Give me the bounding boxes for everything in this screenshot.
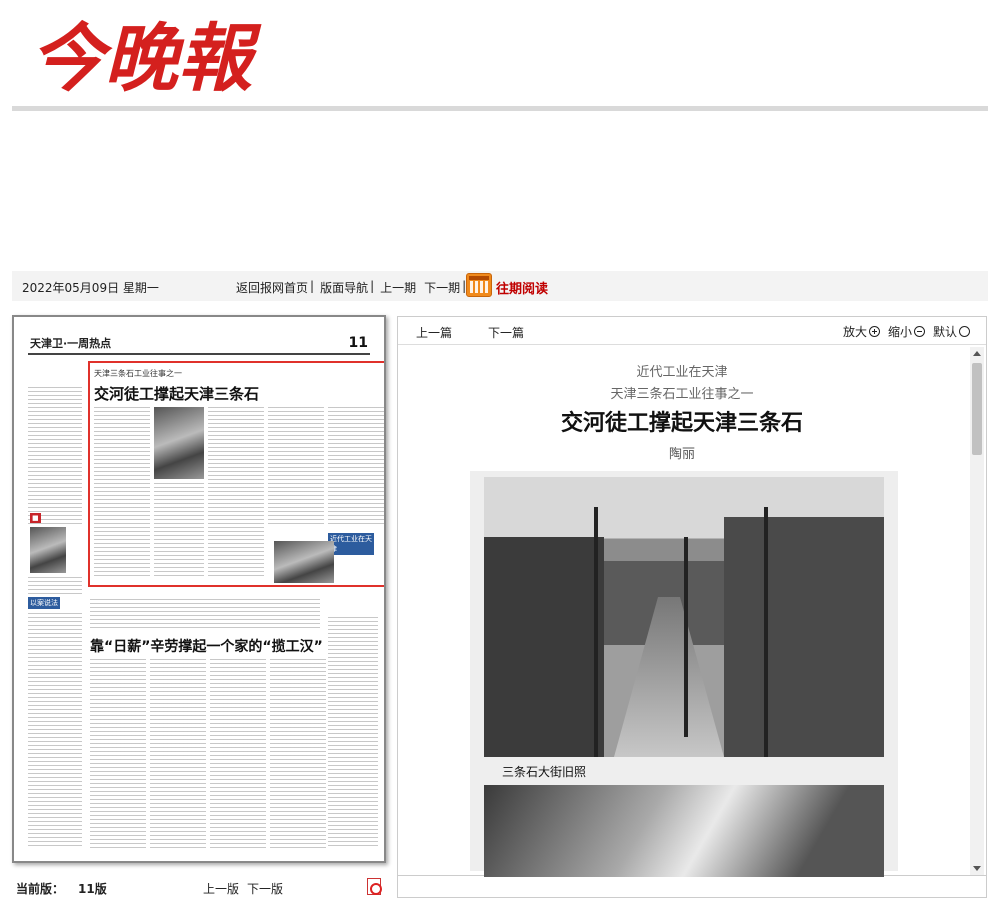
page-nav-link[interactable]: 版面导航 [320,279,368,296]
zoom-controls: 放大 缩小 默认 [843,323,970,340]
article-toolbar: 上一篇 下一篇 放大 缩小 默认 [398,317,986,345]
book-cover-image [30,527,66,573]
next-page-link[interactable]: 下一版 [247,882,283,896]
workshop-photo-thumb [274,541,334,583]
zoom-in-label[interactable]: 放大 [843,323,867,340]
street-photo [484,477,884,757]
article-content: 近代工业在天津 天津三条石工业往事之一 交河徒工撑起天津三条石 陶丽 三条石大街… [398,345,966,877]
highlight-kicker: 天津三条石工业往事之一 [94,369,182,378]
nav-links: 返回报网首页 | 版面导航 | 上一期 下一期 | [236,279,472,296]
logo-text: 今晚報 [30,16,262,98]
photo-pole [764,507,768,757]
next-article-link[interactable]: 下一篇 [488,324,524,341]
text-column [28,387,82,527]
top-nav-bar: 2022年05月09日 星期一 返回报网首页 | 版面导航 | 上一期 下一期 | 往… [12,271,988,301]
article-figure: 三条石大街旧照 [470,471,898,877]
highlight-title: 交河徒工撑起天津三条石 [94,385,260,403]
lower-article-title: 靠“日薪”辛劳撑起一个家的“揽工汉” [90,639,323,655]
edition-number: 11版 [78,882,107,896]
text-column [28,613,82,849]
default-zoom-label[interactable]: 默认 [933,323,957,340]
article-pane-footer [397,876,987,898]
article-pane: 上一篇 下一篇 放大 缩小 默认 近代工业在天津 天津三条石工业往事之一 交河徒… [397,316,987,877]
street-photo-thumb [154,407,204,479]
prev-issue-link[interactable]: 上一期 [380,279,416,296]
workers-photo [484,785,884,877]
column-label: ■ [30,513,41,523]
next-issue-link[interactable]: 下一期 [424,279,460,296]
side-label: 以案说法 [28,597,60,609]
text-column [90,599,320,629]
photo-caption: 三条石大街旧照 [502,765,587,779]
text-column [94,407,150,577]
default-zoom-icon[interactable] [959,326,970,337]
newspaper-logo: 今晚報 [28,6,298,102]
nav-separator: | [310,279,315,293]
zoom-out-label[interactable]: 缩小 [888,323,912,340]
article-author: 陶丽 [668,447,695,462]
photo-pole [594,507,598,757]
scroll-up-arrow[interactable] [973,351,981,356]
home-link[interactable]: 返回报网首页 [236,279,308,296]
article-subkicker: 天津三条石工业往事之一 [610,387,754,402]
current-edition: 当前版： 11版 [16,880,107,897]
text-column [328,617,378,849]
text-column [270,659,326,849]
article-kicker: 近代工业在天津 [636,365,728,380]
photo-building [484,537,604,757]
text-column [154,483,204,577]
text-column [208,407,264,577]
issue-date: 2022年05月09日 星期一 [22,281,159,295]
archive-link[interactable]: 往期阅读 [496,278,548,297]
photo-road [614,597,724,757]
masthead-divider [12,106,988,111]
text-column [150,659,206,849]
edition-links: 上一版 下一版 [203,880,291,897]
nav-separator: | [370,279,375,293]
prev-page-link[interactable]: 上一版 [203,882,239,896]
text-column [90,659,146,849]
section-label-red: 近代工业在天津 [328,533,374,555]
article-scrollbar[interactable] [970,347,984,875]
scroll-thumb[interactable] [972,363,982,455]
text-column [210,659,266,849]
calendar-icon[interactable] [466,273,492,297]
header-rule [28,353,370,355]
prev-article-link[interactable]: 上一篇 [416,324,452,341]
text-column [268,407,324,527]
edition-label: 当前版： [16,882,65,896]
page-thumbnail[interactable]: 天津卫·一周热点 11 ■ 天津三条石工业往事之一 交河徒工撑起天津三条石 近代… [12,315,386,863]
pdf-download-icon[interactable] [367,878,382,895]
text-column [28,577,82,597]
logo-calligraphy: 今晚報 [30,16,262,102]
scroll-down-arrow[interactable] [973,866,981,871]
text-column [328,407,384,527]
photo-building [724,517,884,757]
page-number: 11 [348,335,368,351]
photo-pole [684,537,688,737]
zoom-out-icon[interactable] [913,326,925,337]
section-title: 天津卫·一周热点 [30,337,112,350]
zoom-in-icon[interactable] [868,326,880,337]
article-title: 交河徒工撑起天津三条石 [560,410,803,436]
page-thumbnail-content: 天津卫·一周热点 11 ■ 天津三条石工业往事之一 交河徒工撑起天津三条石 近代… [24,327,384,855]
